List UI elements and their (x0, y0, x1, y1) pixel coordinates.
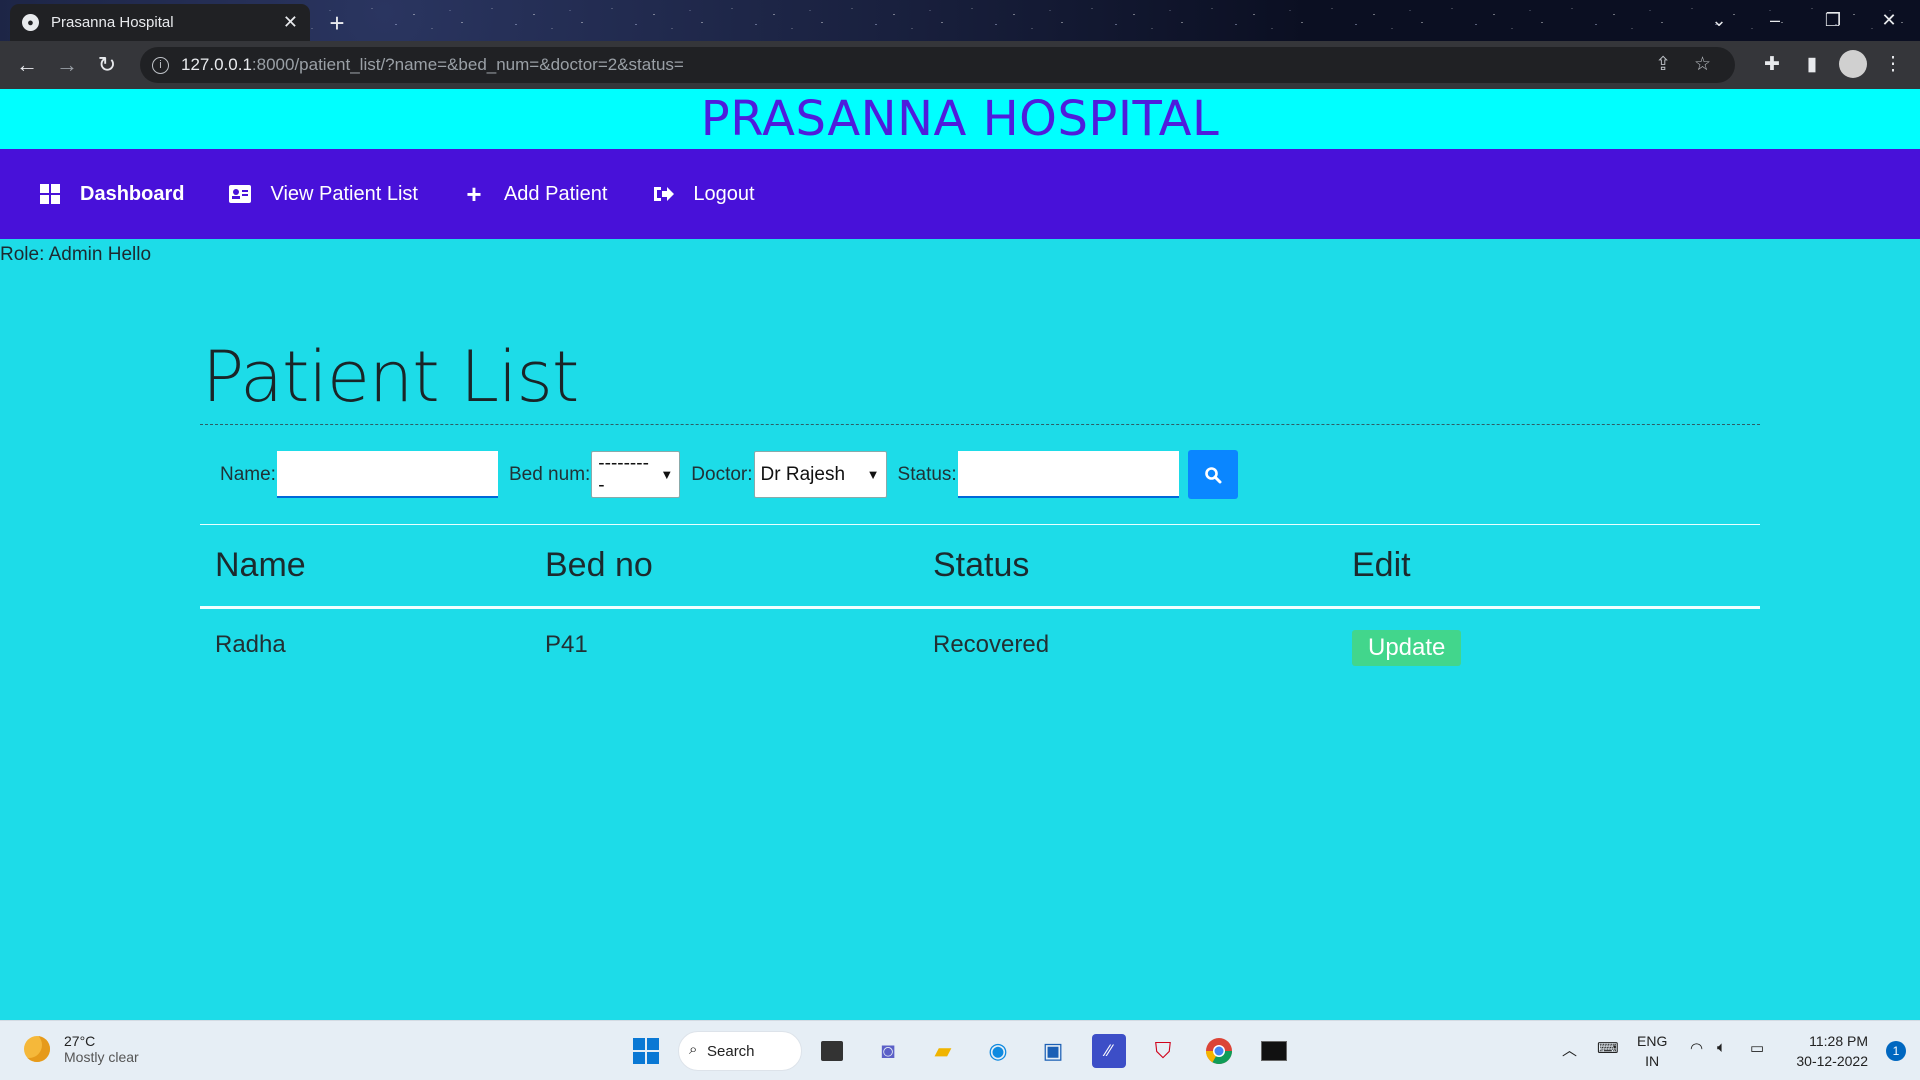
windows-start-icon[interactable] (629, 1034, 663, 1068)
weather-temp: 27°C (64, 1033, 96, 1049)
share-icon[interactable]: ⇪ (1655, 53, 1671, 76)
site-header: PRASANNA HOSPITAL (0, 89, 1920, 149)
volume-muted-icon[interactable]: 🔈︎ (1717, 1039, 1726, 1056)
site-info-icon[interactable]: i (152, 56, 169, 74)
chrome-icon[interactable] (1202, 1034, 1236, 1068)
cell-status: Recovered (933, 631, 1050, 658)
url-path: :8000/patient_list/?name=&bed_num=&docto… (251, 55, 684, 74)
id-card-icon (228, 185, 252, 203)
terminal-icon[interactable] (1257, 1034, 1291, 1068)
minimize-button[interactable]: – (1748, 0, 1802, 41)
nav-dashboard-label: Dashboard (80, 182, 185, 205)
address-bar[interactable]: i 127.0.0.1 :8000/patient_list/?name=&be… (140, 47, 1735, 83)
cell-edit: Update (1352, 624, 1760, 666)
main-nav: Dashboard View Patient List + Add Patien… (0, 149, 1920, 239)
battery-icon[interactable]: ▭ (1750, 1039, 1764, 1057)
microsoft-store-icon[interactable]: ▣ (1036, 1034, 1070, 1068)
plus-icon: + (466, 178, 482, 209)
taskbar-search-label: Search (707, 1042, 755, 1060)
language-code: ENG (1637, 1033, 1668, 1049)
bookmark-star-icon[interactable]: ☆ (1694, 53, 1711, 76)
url-host: 127.0.0.1 (181, 55, 252, 74)
region-code: IN (1645, 1053, 1660, 1069)
page-title: Patient List (202, 336, 579, 418)
clock-time: 11:28 PM (1809, 1033, 1868, 1049)
tab-search-chevron-icon[interactable]: ⌄ (1692, 0, 1746, 41)
bed-filter-label: Bed num: (508, 463, 591, 485)
cell-name: Radha (215, 631, 286, 658)
nav-logout[interactable]: Logout (651, 182, 755, 206)
status-filter-input[interactable] (957, 451, 1179, 498)
table-row: Radha P41 Recovered Update (200, 609, 1760, 681)
header-edit: Edit (1352, 546, 1411, 584)
header-bed-no: Bed no (545, 546, 653, 584)
chevron-down-icon: ▼ (660, 467, 674, 482)
close-window-button[interactable]: ✕ (1862, 0, 1916, 41)
forward-arrow-icon[interactable]: → (47, 45, 87, 85)
nav-add-patient-label: Add Patient (503, 182, 608, 205)
status-filter-label: Status: (897, 463, 957, 485)
show-hidden-icons-chevron-icon[interactable]: ︿ (1562, 1039, 1577, 1060)
name-filter-input[interactable] (276, 451, 498, 498)
patient-list-section: Patient List Name: Bed num: --------- ▼ … (200, 330, 1760, 681)
dashboard-grid-icon (38, 184, 62, 204)
taskbar-search[interactable]: ⌕ Search (678, 1031, 802, 1071)
browser-tab-strip: ● Prasanna Hospital ✕ + ⌄ – ❐ ✕ (0, 0, 1920, 41)
extensions-puzzle-icon[interactable]: ✚ (1755, 47, 1789, 81)
cell-bed: P41 (545, 631, 588, 658)
profile-avatar[interactable] (1836, 47, 1870, 81)
vs-code-icon[interactable]: ⁄⁄ (1092, 1034, 1126, 1068)
nav-logout-label: Logout (693, 182, 755, 205)
weather-condition: Mostly clear (64, 1049, 139, 1065)
new-tab-button[interactable]: + (322, 8, 352, 38)
browser-tab[interactable]: ● Prasanna Hospital ✕ (10, 4, 310, 41)
chevron-down-icon: ▼ (866, 467, 880, 482)
tab-title: Prasanna Hospital (51, 14, 174, 31)
browser-menu-icon[interactable]: ⋮ (1876, 47, 1910, 81)
table-header: Name Bed no Status Edit (200, 525, 1760, 609)
nav-add-patient[interactable]: + Add Patient (462, 179, 607, 210)
browser-toolbar: ← → ↻ i 127.0.0.1 :8000/patient_list/?na… (0, 41, 1920, 89)
filter-form: Name: Bed num: --------- ▼ Doctor: Dr Ra… (200, 425, 1760, 524)
patient-table: Name Bed no Status Edit Radha P41 Recove… (200, 524, 1760, 681)
edge-browser-icon[interactable]: ◉ (981, 1034, 1015, 1068)
nav-view-patient-list-label: View Patient List (270, 182, 418, 205)
taskbar: 27°C Mostly clear ⌕ Search ◙ ▰ ◉ ▣ ⁄⁄ ⛉ … (0, 1020, 1920, 1080)
moon-weather-icon (24, 1036, 50, 1062)
close-tab-icon[interactable]: ✕ (283, 12, 298, 33)
task-view-icon[interactable] (815, 1034, 849, 1068)
clock-date: 30-12-2022 (1796, 1053, 1868, 1069)
search-icon (1204, 466, 1222, 483)
name-filter-label: Name: (220, 463, 276, 485)
weather-widget[interactable]: 27°C Mostly clear (24, 1033, 139, 1065)
header-name: Name (215, 546, 306, 584)
bed-num-selected: --------- (598, 452, 649, 496)
update-button[interactable]: Update (1352, 630, 1462, 666)
mcafee-shield-icon[interactable]: ⛉ (1146, 1034, 1180, 1068)
back-arrow-icon[interactable]: ← (7, 45, 47, 85)
restore-button[interactable]: ❐ (1806, 0, 1860, 41)
wifi-icon[interactable]: ◠ (1690, 1039, 1703, 1057)
clock[interactable]: 11:28 PM 30-12-2022 (1796, 1031, 1868, 1071)
teams-chat-icon[interactable]: ◙ (871, 1034, 905, 1068)
doctor-selected: Dr Rajesh (760, 463, 846, 485)
nav-view-patient-list[interactable]: View Patient List (228, 183, 418, 206)
notification-badge[interactable]: 1 (1886, 1041, 1906, 1061)
bed-num-select[interactable]: --------- ▼ (591, 451, 681, 498)
sign-out-icon (651, 185, 675, 203)
search-icon: ⌕ (689, 1041, 698, 1058)
doctor-select[interactable]: Dr Rajesh ▼ (753, 451, 887, 498)
nav-dashboard[interactable]: Dashboard (38, 183, 184, 206)
search-button[interactable] (1187, 450, 1238, 499)
file-explorer-icon[interactable]: ▰ (926, 1034, 960, 1068)
role-text: Role: Admin Hello (0, 244, 152, 265)
doctor-filter-label: Doctor: (691, 463, 753, 485)
reload-icon[interactable]: ↻ (87, 45, 127, 85)
site-title: PRASANNA HOSPITAL (700, 91, 1220, 147)
language-indicator[interactable]: ENG IN (1637, 1031, 1667, 1071)
keyboard-icon[interactable]: ⌨ (1597, 1039, 1619, 1057)
side-panel-icon[interactable]: ▮ (1795, 47, 1829, 81)
header-status: Status (933, 546, 1030, 584)
globe-icon: ● (22, 14, 39, 31)
